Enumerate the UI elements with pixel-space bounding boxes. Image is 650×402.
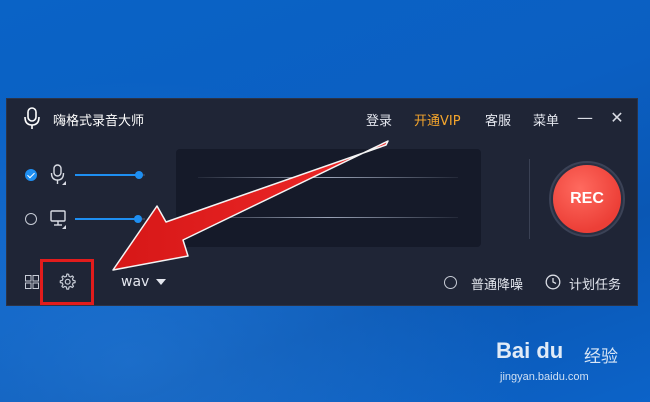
scheduled-task-label[interactable]: 计划任务 bbox=[569, 274, 621, 293]
close-button[interactable]: ✕ bbox=[607, 107, 627, 129]
baidu-jingyan-watermark: Bai du 经验 jingyan.baidu.com bbox=[496, 338, 646, 388]
login-link[interactable]: 登录 bbox=[366, 110, 392, 129]
format-select[interactable]: wav bbox=[121, 274, 149, 290]
watermark-label: 经验 bbox=[584, 347, 618, 367]
microphone-icon bbox=[50, 164, 66, 185]
system-audio-source-radio[interactable] bbox=[25, 213, 37, 225]
service-link[interactable]: 客服 bbox=[485, 110, 511, 129]
vip-link[interactable]: 开通VIP bbox=[414, 110, 461, 129]
waveform-channel-top bbox=[198, 177, 458, 178]
monitor-icon bbox=[50, 210, 66, 229]
system-audio-volume-knob[interactable] bbox=[134, 215, 142, 223]
microphone-volume-fill bbox=[75, 174, 140, 176]
microphone-volume-knob[interactable] bbox=[135, 171, 144, 179]
chevron-down-icon[interactable] bbox=[156, 279, 166, 285]
system-audio-volume-fill bbox=[75, 218, 138, 220]
record-button[interactable]: REC bbox=[553, 165, 621, 233]
divider bbox=[529, 159, 530, 239]
app-title: 嗨格式录音大师 bbox=[53, 114, 145, 129]
title-bar: 嗨格式录音大师 登录 开通VIP 客服 菜单 — ✕ bbox=[7, 99, 637, 137]
grid-icon[interactable] bbox=[25, 275, 39, 289]
system-audio-volume-slider[interactable] bbox=[75, 215, 145, 223]
watermark-url: jingyan.baidu.com bbox=[500, 371, 589, 383]
app-window: 嗨格式录音大师 登录 开通VIP 客服 菜单 — ✕ REC wav 普通降噪 … bbox=[6, 98, 638, 306]
noise-reduction-label[interactable]: 普通降噪 bbox=[471, 274, 523, 293]
menu-link[interactable]: 菜单 bbox=[533, 110, 559, 129]
waveform-channel-bottom bbox=[198, 217, 458, 218]
microphone-source-radio[interactable] bbox=[25, 169, 37, 181]
settings-highlight-box bbox=[40, 259, 94, 305]
microphone-logo-icon bbox=[24, 107, 40, 129]
watermark-logo: Bai du bbox=[496, 338, 564, 363]
clock-icon[interactable] bbox=[545, 274, 561, 290]
source-row-microphone bbox=[25, 164, 155, 188]
minimize-button[interactable]: — bbox=[575, 107, 595, 129]
waveform-display bbox=[176, 149, 481, 247]
microphone-volume-slider[interactable] bbox=[75, 171, 145, 179]
source-row-system-audio bbox=[25, 208, 155, 232]
noise-reduction-radio[interactable] bbox=[444, 276, 457, 289]
